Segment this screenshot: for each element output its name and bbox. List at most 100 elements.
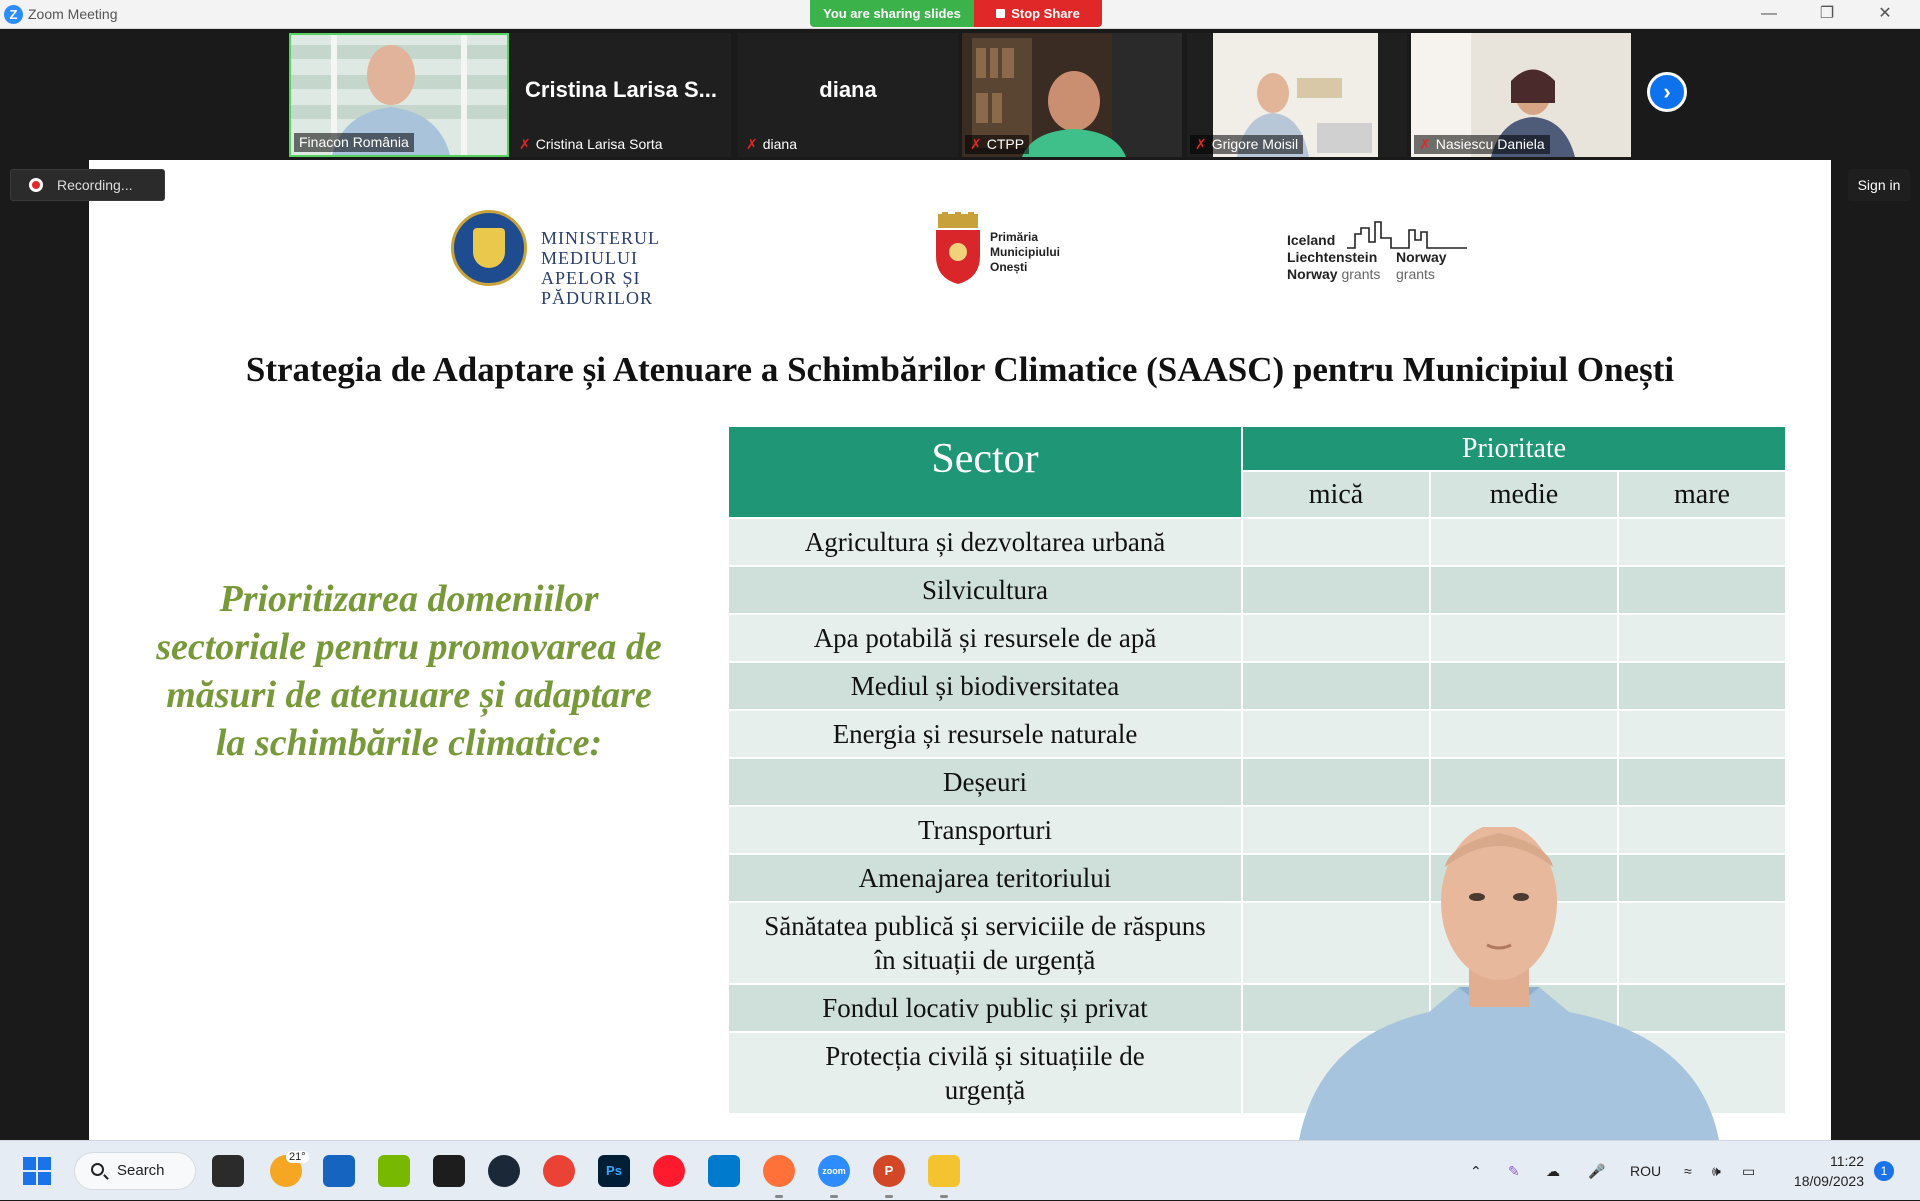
windows-taskbar: Search 21° Ps zoom P ⌃ ✎ ☁ 🎤 ROU ≈ 🕪 ▭ 1… xyxy=(0,1140,1920,1200)
chevron-right-icon: › xyxy=(1663,79,1671,104)
participant-tile-cristina[interactable]: Cristina Larisa S... ✗ Cristina Larisa So… xyxy=(511,33,731,157)
powerpoint-icon[interactable]: P xyxy=(873,1155,905,1198)
wifi-icon[interactable]: ≈ xyxy=(1684,1141,1692,1201)
window-title: Zoom Meeting xyxy=(28,6,118,22)
search-icon xyxy=(91,1163,104,1176)
mic-muted-icon: ✗ xyxy=(1419,136,1431,152)
chrome-icon[interactable] xyxy=(543,1155,575,1187)
sector-cell: Silvicultura xyxy=(727,565,1243,615)
slide-side-text: Prioritizarea domeniilor sectoriale pent… xyxy=(156,578,662,764)
table-row: Agricultura și dezvoltarea urbană xyxy=(727,517,1787,567)
presenter-video-overlay xyxy=(1299,827,1719,1140)
participant-tile-ctpp[interactable]: ✗ CTPP xyxy=(962,33,1182,157)
norway-grants-label: grants xyxy=(1396,266,1435,282)
ministry-name-line1: MINISTERUL MEDIULUI xyxy=(541,228,660,268)
sector-cell: Deșeuri xyxy=(727,757,1243,807)
participant-tile-finacon[interactable]: Finacon România xyxy=(289,33,509,157)
sector-cell: Transporturi xyxy=(727,805,1243,855)
geforce-icon[interactable] xyxy=(433,1155,465,1187)
next-participants-button[interactable]: › xyxy=(1647,72,1687,112)
priority-level-medium: medie xyxy=(1429,470,1619,519)
sector-cell: Amenajarea teritoriului xyxy=(727,853,1243,903)
language-indicator[interactable]: ROU xyxy=(1630,1141,1661,1201)
norway-grants-norway: Norway xyxy=(1396,249,1447,265)
opera-icon[interactable] xyxy=(653,1155,685,1187)
vscode-icon[interactable] xyxy=(708,1155,740,1187)
primaria-logo: Primăria Municipiului Onești xyxy=(934,212,1094,292)
title-bar: Z Zoom Meeting You are sharing slides St… xyxy=(0,0,1920,29)
participant-name: Finacon România xyxy=(294,133,414,152)
file-explorer-icon[interactable] xyxy=(928,1155,960,1198)
grants-iceland: Iceland xyxy=(1287,232,1336,248)
chevron-up-icon[interactable]: ⌃ xyxy=(1470,1141,1482,1201)
notification-badge[interactable]: 1 xyxy=(1874,1161,1894,1181)
grants-label: grants xyxy=(1341,266,1381,282)
search-label: Search xyxy=(117,1162,165,1179)
participant-name: Grigore Moisil xyxy=(1211,136,1299,152)
mic-muted-icon: ✗ xyxy=(970,136,982,152)
grants-liechtenstein: Liechtenstein xyxy=(1287,249,1378,265)
zoom-taskbar-icon[interactable]: zoom xyxy=(818,1155,850,1198)
romanian-government-seal-icon xyxy=(451,210,527,286)
minimize-icon[interactable]: — xyxy=(1740,0,1798,28)
eea-norway-grants-logo: Iceland Liechtenstein Norway grants Norw… xyxy=(1287,212,1497,292)
onedrive-icon[interactable]: ☁ xyxy=(1546,1141,1560,1201)
firefox-icon[interactable] xyxy=(763,1155,795,1198)
sector-cell: Agricultura și dezvoltarea urbană xyxy=(727,517,1243,567)
sector-header: Sector xyxy=(727,425,1243,519)
priority-level-low: mică xyxy=(1241,470,1431,519)
mic-muted-icon: ✗ xyxy=(746,136,758,152)
sign-in-button[interactable]: Sign in xyxy=(1848,169,1910,201)
table-row: Energia și resursele naturale xyxy=(727,709,1787,759)
table-row: Deșeuri xyxy=(727,757,1787,807)
stop-share-label: Stop Share xyxy=(1011,6,1080,21)
mic-muted-icon: ✗ xyxy=(519,136,531,152)
sector-cell: Sănătatea publică și serviciile de răspu… xyxy=(727,901,1243,985)
ministry-logo: MINISTERUL MEDIULUI APELOR ȘI PĂDURILOR xyxy=(451,210,751,308)
participant-display-name: Cristina Larisa S... xyxy=(525,77,717,102)
participant-tile-grigore[interactable]: ✗ Grigore Moisil xyxy=(1187,33,1407,157)
battery-icon[interactable]: ▭ xyxy=(1742,1141,1755,1201)
taskbar-search[interactable]: Search xyxy=(74,1152,196,1190)
sector-cell: Energia și resursele naturale xyxy=(727,709,1243,759)
participant-tile-nasiescu[interactable]: ✗ Nasiescu Daniela xyxy=(1411,33,1631,157)
table-row: Apa potabilă și resursele de apă xyxy=(727,613,1787,663)
task-view-icon[interactable] xyxy=(212,1155,244,1187)
microphone-icon[interactable]: 🎤 xyxy=(1588,1141,1605,1201)
participant-display-name: diana xyxy=(819,77,877,102)
sharing-status-badge: You are sharing slides xyxy=(810,0,974,27)
clock-date: 18/09/2023 xyxy=(1793,1173,1864,1189)
photoshop-icon[interactable]: Ps xyxy=(598,1155,630,1187)
ministry-name-line2: APELOR ȘI PĂDURILOR xyxy=(541,268,654,308)
slide-title: Strategia de Adaptare și Atenuare a Schi… xyxy=(245,350,1675,389)
participant-name: CTPP xyxy=(986,136,1025,152)
close-icon[interactable]: ✕ xyxy=(1856,0,1914,28)
priority-level-high: mare xyxy=(1617,470,1787,519)
mic-muted-icon: ✗ xyxy=(1195,136,1207,152)
nvidia-app-icon[interactable] xyxy=(378,1155,410,1187)
sector-cell: Fondul locativ public și privat xyxy=(727,983,1243,1033)
participant-name: Cristina Larisa Sorta xyxy=(535,136,663,152)
table-row: Silvicultura xyxy=(727,565,1787,615)
table-row: Mediul și biodiversitatea xyxy=(727,661,1787,711)
zoom-logo-icon: Z xyxy=(4,5,23,24)
priority-header: Prioritate xyxy=(1241,425,1787,472)
participant-name: diana xyxy=(762,136,797,152)
primaria-name-line3: Onești xyxy=(990,260,1028,274)
weather-temperature: 21° xyxy=(286,1151,309,1163)
steam-icon[interactable] xyxy=(488,1155,520,1187)
start-button[interactable] xyxy=(23,1157,51,1185)
stop-icon xyxy=(996,9,1006,18)
shared-slide: MINISTERUL MEDIULUI APELOR ȘI PĂDURILOR … xyxy=(89,160,1831,1140)
clock-time: 11:22 xyxy=(1830,1153,1864,1169)
restore-icon[interactable]: ❐ xyxy=(1798,0,1856,28)
store-icon[interactable] xyxy=(323,1155,355,1187)
recording-indicator[interactable]: Recording... xyxy=(10,169,165,201)
primaria-name-line1: Primăria xyxy=(990,230,1039,244)
participant-tile-diana[interactable]: diana ✗ diana xyxy=(738,33,958,157)
volume-icon[interactable]: 🕪 xyxy=(1712,1141,1721,1201)
stop-share-button[interactable]: Stop Share xyxy=(974,0,1102,27)
taskbar-clock[interactable]: 11:22 18/09/2023 xyxy=(1778,1151,1864,1191)
pen-icon[interactable]: ✎ xyxy=(1508,1141,1520,1201)
grants-norway-bold: Norway xyxy=(1287,266,1338,282)
